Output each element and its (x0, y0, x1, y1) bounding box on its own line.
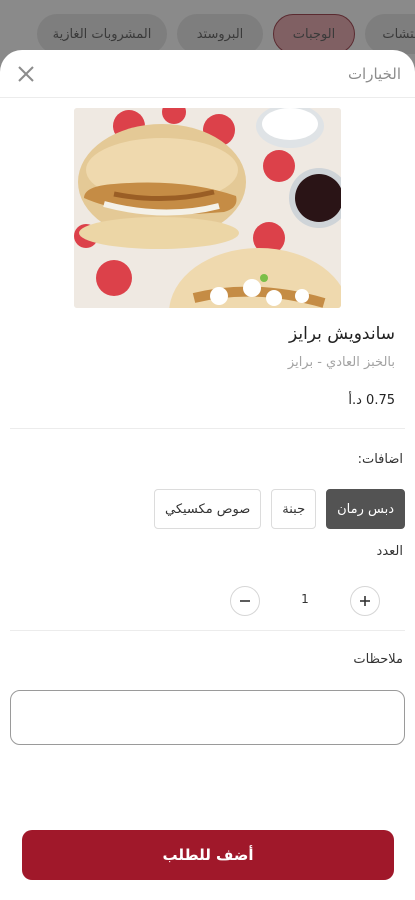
tab-category-meals[interactable]: الوجبات (273, 14, 355, 54)
notes-label: ملاحظات (353, 652, 403, 667)
tab-category-0[interactable]: بتشات (365, 14, 415, 54)
addon-option-pomegranate[interactable]: دبس رمان (326, 489, 405, 529)
sheet-header: الخيارات (0, 50, 415, 98)
plus-icon (360, 596, 370, 606)
addons-label: اضافات: (357, 452, 403, 467)
increment-button[interactable] (350, 586, 380, 616)
divider (10, 630, 405, 631)
product-image (74, 108, 341, 308)
product-description: بالخبز العادي - برايز (287, 355, 395, 370)
options-sheet: الخيارات ساندويش برايز بالخبز العادي - ب… (0, 50, 415, 900)
tab-category-soft-drinks[interactable]: المشروبات الغازية (37, 14, 167, 54)
sheet-title: الخيارات (347, 64, 401, 83)
divider (10, 428, 405, 429)
addons-list: دبس رمان جبنة صوص مكسيكي (153, 489, 405, 529)
quantity-stepper: 1 (230, 586, 380, 616)
quantity-value: 1 (301, 592, 309, 606)
product-name: ساندويش برايز (288, 324, 395, 344)
minus-icon (240, 600, 250, 602)
close-icon[interactable] (14, 62, 38, 86)
addon-option-mexican-sauce[interactable]: صوص مكسيكي (153, 489, 262, 529)
notes-input[interactable] (10, 690, 405, 745)
tab-category-broasted[interactable]: البروستد (177, 14, 263, 54)
add-to-order-button[interactable]: أضف للطلب (22, 830, 394, 880)
product-price: 0.75 د.أ (348, 393, 395, 408)
addon-option-cheese[interactable]: جبنة (271, 489, 317, 529)
decrement-button[interactable] (230, 586, 260, 616)
quantity-label: العدد (376, 544, 403, 559)
